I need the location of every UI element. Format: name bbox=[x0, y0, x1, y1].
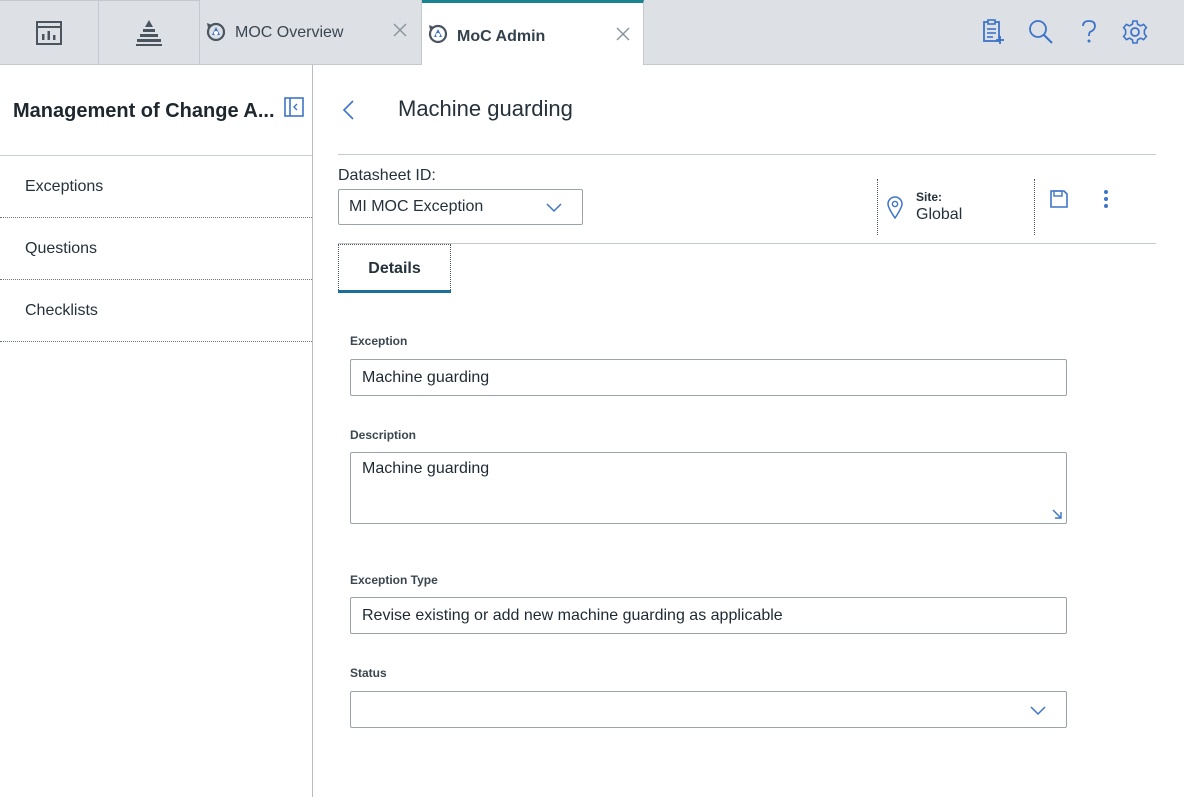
dashboard-icon bbox=[35, 19, 63, 47]
tab-moc-admin[interactable]: MoC Admin bbox=[422, 0, 644, 65]
exception-type-value: Revise existing or add new machine guard… bbox=[362, 606, 783, 624]
save-button[interactable] bbox=[1049, 189, 1069, 209]
save-icon bbox=[1049, 189, 1069, 209]
sidebar-item-label: Checklists bbox=[25, 301, 98, 319]
exception-type-label: Exception Type bbox=[350, 573, 438, 587]
sidebar: Management of Change A... Exceptions Que… bbox=[0, 65, 313, 797]
help-icon[interactable] bbox=[1076, 19, 1102, 45]
close-icon[interactable] bbox=[615, 26, 631, 42]
exception-value: Machine guarding bbox=[362, 368, 490, 386]
collapse-icon bbox=[284, 97, 304, 117]
search-icon[interactable] bbox=[1028, 19, 1054, 45]
sidebar-title: Management of Change A... bbox=[13, 100, 275, 122]
datasheet-value: MI MOC Exception bbox=[349, 198, 484, 215]
tab-label: MoC Admin bbox=[457, 28, 546, 45]
tab-moc-overview[interactable]: MOC Overview bbox=[200, 0, 422, 64]
page-title: Machine guarding bbox=[398, 96, 573, 121]
collapse-sidebar-button[interactable] bbox=[284, 97, 304, 117]
description-textarea[interactable]: Machine guarding bbox=[350, 452, 1067, 524]
moc-app-icon bbox=[426, 22, 450, 46]
site-label: Site: bbox=[916, 190, 943, 204]
exception-input[interactable]: Machine guarding bbox=[350, 359, 1067, 396]
site-indicator: Site: Global bbox=[877, 179, 1035, 235]
queue-list-icon[interactable] bbox=[980, 19, 1006, 45]
sidebar-item-questions[interactable]: Questions bbox=[0, 218, 312, 280]
hierarchy-tab[interactable] bbox=[99, 0, 200, 64]
chevron-down-icon bbox=[1030, 706, 1046, 716]
description-value: Machine guarding bbox=[362, 460, 490, 477]
tab-details[interactable]: Details bbox=[338, 244, 451, 293]
sidebar-item-checklists[interactable]: Checklists bbox=[0, 280, 312, 342]
exception-type-input[interactable]: Revise existing or add new machine guard… bbox=[350, 597, 1067, 634]
divider bbox=[338, 243, 1156, 244]
site-value: Global bbox=[916, 206, 963, 223]
close-icon[interactable] bbox=[392, 22, 408, 38]
sidebar-nav: Exceptions Questions Checklists bbox=[0, 155, 312, 342]
more-vertical-icon bbox=[1101, 189, 1111, 209]
back-button[interactable] bbox=[341, 99, 357, 121]
location-pin-icon bbox=[886, 195, 904, 219]
chevron-down-icon bbox=[546, 203, 562, 213]
chevron-left-icon bbox=[341, 99, 357, 121]
exception-label: Exception bbox=[350, 334, 408, 348]
status-label: Status bbox=[350, 666, 387, 680]
moc-app-icon bbox=[204, 20, 228, 44]
more-options-button[interactable] bbox=[1101, 189, 1111, 209]
sidebar-item-label: Exceptions bbox=[25, 177, 104, 195]
divider bbox=[338, 154, 1156, 155]
tab-label: MOC Overview bbox=[235, 24, 344, 41]
main-panel: Machine guarding Datasheet ID: MI MOC Ex… bbox=[313, 65, 1184, 797]
dashboard-tab[interactable] bbox=[0, 0, 99, 64]
hierarchy-icon bbox=[134, 18, 164, 48]
status-select[interactable] bbox=[350, 691, 1067, 728]
resize-handle-icon[interactable] bbox=[1051, 508, 1063, 520]
datasheet-label: Datasheet ID: bbox=[338, 167, 436, 184]
datasheet-select[interactable]: MI MOC Exception bbox=[338, 189, 583, 225]
top-bar: MOC Overview MoC Admin bbox=[0, 0, 1184, 65]
gear-icon[interactable] bbox=[1122, 19, 1148, 45]
description-label: Description bbox=[350, 428, 417, 442]
sidebar-item-exceptions[interactable]: Exceptions bbox=[0, 156, 312, 218]
sidebar-item-label: Questions bbox=[25, 239, 98, 257]
